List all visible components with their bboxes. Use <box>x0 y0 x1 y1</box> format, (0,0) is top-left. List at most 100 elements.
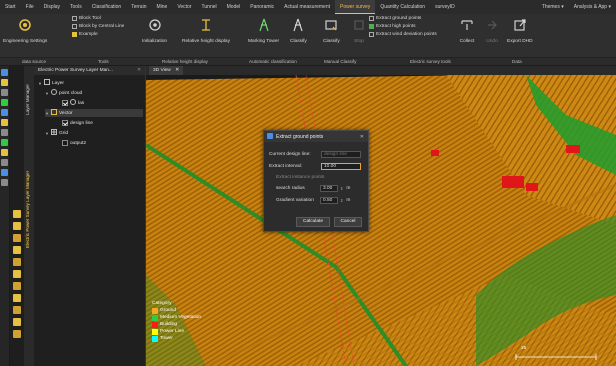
cancel-button[interactable]: Cancel <box>334 217 362 227</box>
export-dhd-button[interactable]: Export DHD <box>507 17 533 44</box>
gear-icon <box>147 17 163 33</box>
undo-button[interactable]: Undo <box>484 17 500 44</box>
menu-vector[interactable]: Vector <box>172 0 196 14</box>
menu-model[interactable]: Model <box>222 0 246 14</box>
menu-terrain[interactable]: Terrain <box>126 0 151 14</box>
toolstrip-icon[interactable] <box>1 119 8 126</box>
toolstrip-icon[interactable] <box>1 129 8 136</box>
toolstrip-icon[interactable] <box>1 139 8 146</box>
menu-quantity-calculation[interactable]: Quantity Calculation <box>375 0 430 14</box>
toolstrip-icon[interactable] <box>1 99 8 106</box>
menu-tunnel[interactable]: Tunnel <box>197 0 222 14</box>
menu-panoramic[interactable]: Panoramic <box>245 0 279 14</box>
tree-node-design-line[interactable]: design line <box>62 119 93 127</box>
toolstrip-icon[interactable] <box>1 109 8 116</box>
tool-icon[interactable] <box>13 210 21 218</box>
menu-themes[interactable]: Themes ▾ <box>537 0 569 14</box>
tree-node-grid[interactable]: ▼ Grid <box>45 129 68 137</box>
initialization-label: Initialization <box>142 39 168 44</box>
design-line-checkbox[interactable] <box>62 120 68 126</box>
menu-power-survey[interactable]: Power survey <box>335 0 376 14</box>
menu-display[interactable]: Display <box>39 0 65 14</box>
classify-auto-button[interactable]: Classify <box>290 17 307 44</box>
toolstrip-icon[interactable] <box>1 169 8 176</box>
extract-wind-deviation-button[interactable]: Extract wind deviation points <box>369 32 437 37</box>
3d-viewport[interactable] <box>146 75 616 366</box>
tree-node-vector[interactable]: ▼ Vector <box>45 109 143 117</box>
tower-icon <box>256 17 272 33</box>
gradient-input[interactable]: 0.50 <box>320 197 338 204</box>
output2-checkbox[interactable] <box>62 140 68 146</box>
toolstrip-icon[interactable] <box>1 149 8 156</box>
menu-start[interactable]: Start <box>0 0 21 14</box>
collect-button[interactable]: Collect <box>459 17 475 44</box>
chevron-down-icon[interactable]: ▼ <box>45 131 49 136</box>
tool-icon[interactable] <box>13 306 21 314</box>
group-auto-classification: Automatic classification <box>249 59 297 64</box>
classify-manual-button[interactable]: Classify <box>323 17 340 44</box>
spinner-icon[interactable]: ⇕ <box>340 186 343 191</box>
group-manual-classify: Manual Classify <box>324 59 357 64</box>
engineering-settings-label: Engineering Settings <box>3 39 48 44</box>
toolstrip-icon[interactable] <box>1 79 8 86</box>
tab-3d-view[interactable]: 3D View ✕ <box>149 66 184 75</box>
menu-file[interactable]: File <box>21 0 39 14</box>
toolstrip-icon[interactable] <box>1 69 8 76</box>
tool-icon[interactable] <box>13 330 21 338</box>
menu-analysis-app[interactable]: Analysis & App ▾ <box>569 0 616 14</box>
block-central-line-button[interactable]: Block by Central Line <box>72 24 124 29</box>
interval-input[interactable]: 10.00 <box>321 163 361 170</box>
tree-node-las[interactable]: las <box>62 99 84 107</box>
chevron-down-icon[interactable]: ▼ <box>45 91 49 96</box>
tool-icon[interactable] <box>13 222 21 230</box>
tree-node-layer[interactable]: ▼ Layer <box>38 79 64 87</box>
legend-item-power-line: Power Line <box>152 328 201 335</box>
initialization-button[interactable]: Initialization <box>142 17 167 44</box>
tool-icon[interactable] <box>13 282 21 290</box>
tool-icon[interactable] <box>13 258 21 266</box>
chevron-down-icon[interactable]: ▼ <box>45 111 49 116</box>
toolstrip-icon[interactable] <box>1 89 8 96</box>
chevron-down-icon[interactable]: ▼ <box>38 81 42 86</box>
menu-tools[interactable]: Tools <box>65 0 87 14</box>
tool-icon[interactable] <box>13 246 21 254</box>
tab-power-survey-layer-manager[interactable]: Electric Power Survey Layer Manager <box>25 134 33 284</box>
tool-icon[interactable] <box>13 318 21 326</box>
extract-ground-points-button[interactable]: Extract ground points <box>369 16 421 21</box>
tree-node-output2[interactable]: output2 <box>62 139 86 147</box>
tree-node-point-cloud[interactable]: ▼ point cloud <box>45 89 82 97</box>
engineering-settings-button[interactable]: Engineering Settings <box>3 17 47 44</box>
extract-high-points-button[interactable]: Extract high points <box>369 24 415 29</box>
menu-mine[interactable]: Mine <box>151 0 172 14</box>
menu-classification[interactable]: Classification <box>87 0 126 14</box>
ribbon-group-labels: data source Tools Relative height displa… <box>0 58 616 66</box>
toolstrip-icon[interactable] <box>1 179 8 186</box>
dialog-title: Extract ground points <box>276 133 324 140</box>
example-button[interactable]: Example <box>72 32 98 37</box>
spinner-icon[interactable]: ⇕ <box>340 198 343 203</box>
tool-icon[interactable] <box>13 234 21 242</box>
block-tool-button[interactable]: Block Tool <box>72 16 101 21</box>
legend-swatch <box>152 321 158 328</box>
radius-input[interactable]: 3.00 <box>320 185 338 192</box>
marking-tower-button[interactable]: Marking Tower <box>248 17 279 44</box>
menu-surveyid[interactable]: surveyID <box>430 0 460 14</box>
las-icon <box>70 99 76 107</box>
tool-icon[interactable] <box>13 270 21 278</box>
close-icon[interactable]: ✕ <box>360 134 364 140</box>
tool-icon[interactable] <box>13 294 21 302</box>
las-checkbox[interactable] <box>62 100 68 106</box>
stop-button[interactable]: Stop <box>351 17 367 44</box>
menu-actual-measurement[interactable]: Actual measurement <box>279 0 335 14</box>
block-central-line-label: Block by Central Line <box>79 24 125 29</box>
gradient-label: Gradient variation <box>276 198 314 203</box>
design-line-field[interactable]: design line <box>321 151 361 158</box>
calculate-button[interactable]: Calculate <box>296 217 330 227</box>
close-icon[interactable]: ✕ <box>137 66 145 75</box>
toolstrip-icon[interactable] <box>1 159 8 166</box>
undo-label: Undo <box>486 39 498 44</box>
app-icon <box>267 132 273 141</box>
tab-layer-manager[interactable]: Layer Manager <box>25 70 33 130</box>
relative-height-display-button[interactable]: Relative height display <box>182 17 230 44</box>
close-icon[interactable]: ✕ <box>175 68 179 73</box>
